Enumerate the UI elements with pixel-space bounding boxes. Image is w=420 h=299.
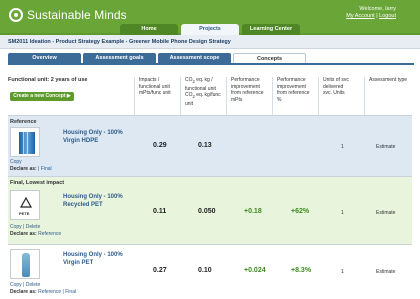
my-account-link[interactable]: My Account <box>346 13 374 19</box>
subtab-assessment-scope[interactable]: Assessment scope <box>158 53 231 63</box>
row-label: Final, Lowest impact <box>10 180 65 186</box>
subtab-divider <box>8 63 414 65</box>
app-header: Sustainable Minds Welcome, larry My Acco… <box>0 0 420 35</box>
declare-final-link[interactable]: Final <box>65 289 76 295</box>
concept-thumbnail[interactable] <box>10 249 40 279</box>
delete-link[interactable]: Delete <box>26 282 40 288</box>
subtab-assessment-goals[interactable]: Assessment goals <box>83 53 156 63</box>
declare-reference-link[interactable]: Reference <box>38 231 61 237</box>
copy-link[interactable]: Copy <box>10 224 22 230</box>
brand-name: Sustainable Minds <box>27 8 127 22</box>
assessment-type-value: Estimate <box>376 210 396 216</box>
units-column-header: Units of svc delivered svc. Units <box>323 77 349 96</box>
concept-actions: Copy | Delete Declare as: Reference | Fi… <box>10 282 77 295</box>
copy-link[interactable]: Copy <box>10 159 22 165</box>
pete-label: PETE <box>19 211 30 216</box>
tab-projects[interactable]: Projects <box>181 24 239 35</box>
welcome-text: Welcome, larry <box>359 6 396 12</box>
co2-value: 0.10 <box>198 267 212 274</box>
units-value: 1 <box>341 210 344 216</box>
perf-mpts-column-header: Performance improvement from reference m… <box>231 77 264 103</box>
strategy-title: SM2011 Ideation - Product Strategy Examp… <box>0 35 420 49</box>
perf-pct-column-header: Performance improvement from reference % <box>277 77 310 103</box>
impacts-column-header: Impacts / functional unit mPts/func unit <box>139 77 171 96</box>
assessment-type-value: Estimate <box>376 269 396 275</box>
perf-pct-value: +62% <box>291 208 310 215</box>
add-icon: ▶ <box>66 93 71 99</box>
row-label: Reference <box>10 119 37 125</box>
concept-row: Housing Only - 100% Virgin PET Copy | De… <box>8 244 412 299</box>
building-icon <box>19 132 35 154</box>
co2-value: 0.13 <box>198 142 212 149</box>
concepts-table-header: Functional unit: 2 years of use Create a… <box>8 77 412 111</box>
assessment-type-column-header: Assessment type <box>369 77 408 83</box>
perf-mpts-value: +0.024 <box>244 267 266 274</box>
concept-actions: Copy | Delete Declare as: Reference <box>10 224 62 237</box>
logo-icon <box>9 8 23 22</box>
perf-mpts-value: +0.18 <box>244 208 262 215</box>
concept-thumbnail[interactable] <box>10 127 40 157</box>
subtab-concepts[interactable]: Concepts <box>233 53 306 63</box>
concept-row-reference: Reference Housing Only - 100% Virgin HDP… <box>8 115 412 176</box>
assessment-type-value: Estimate <box>376 144 396 150</box>
project-subtabs: Overview Assessment goals Assessment sco… <box>8 53 306 63</box>
logout-link[interactable]: Logout <box>379 13 396 19</box>
main-nav: Home Projects Learning Center <box>120 24 300 35</box>
concept-name-link[interactable]: Housing Only - 100% Recycled PET <box>63 193 133 209</box>
impacts-value: 0.29 <box>153 142 167 149</box>
tab-learning-center[interactable]: Learning Center <box>242 24 300 35</box>
impacts-value: 0.11 <box>153 208 167 215</box>
concept-actions: Copy Declare as: | Final <box>10 159 52 172</box>
perf-pct-value: +8.3% <box>291 267 312 274</box>
copy-link[interactable]: Copy <box>10 282 22 288</box>
declare-final-link[interactable]: Final <box>41 166 52 172</box>
subtab-overview[interactable]: Overview <box>8 53 81 63</box>
declare-reference-link[interactable]: Reference <box>38 289 61 295</box>
tab-home[interactable]: Home <box>120 24 178 35</box>
functional-unit-label: Functional unit: 2 years of use <box>8 77 88 83</box>
units-value: 1 <box>341 269 344 275</box>
concept-name-link[interactable]: Housing Only - 100% Virgin PET <box>63 251 133 267</box>
user-panel: Welcome, larry My Account | Logout <box>346 6 396 19</box>
impacts-value: 0.27 <box>153 267 167 274</box>
create-concept-button[interactable]: Create a new Concept ▶ <box>10 92 74 101</box>
units-value: 1 <box>341 144 344 150</box>
brand-logo[interactable]: Sustainable Minds <box>9 8 127 22</box>
delete-link[interactable]: Delete <box>26 224 40 230</box>
concept-row-final: Final, Lowest impact PETE Housing Only -… <box>8 176 412 244</box>
co2-value: 0.050 <box>198 208 216 215</box>
concept-name-link[interactable]: Housing Only - 100% Virgin HDPE <box>63 129 133 145</box>
co2-column-header: CO2 eq. kg / functional unit CO2 eq. kg/… <box>185 77 221 107</box>
concept-thumbnail[interactable]: PETE <box>10 190 40 220</box>
bottle-icon <box>22 253 30 277</box>
recycle-icon <box>20 197 32 208</box>
main-panel: SM2011 Ideation - Product Strategy Examp… <box>0 35 420 299</box>
